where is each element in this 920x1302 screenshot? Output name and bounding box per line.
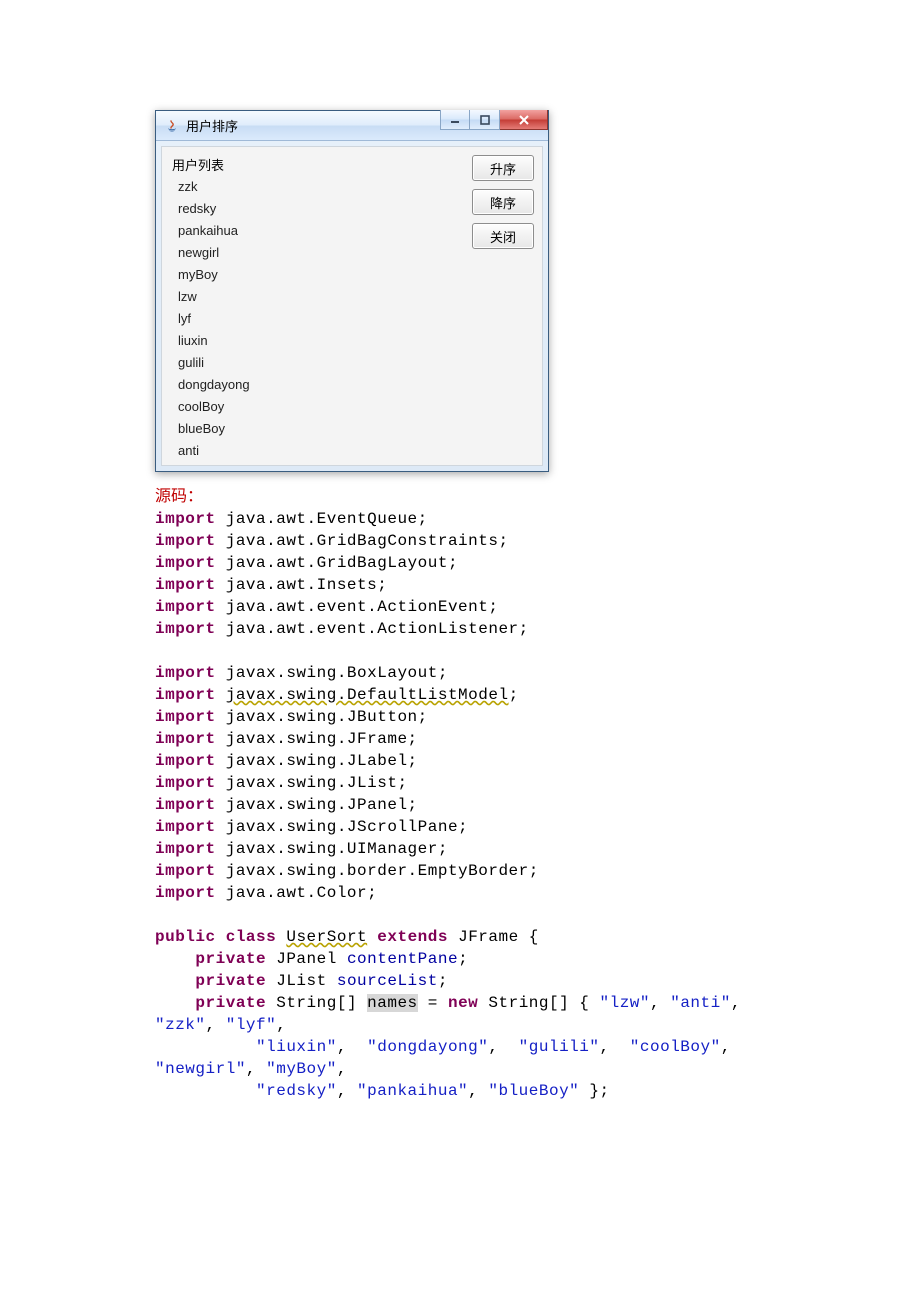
minimize-button[interactable] bbox=[440, 110, 470, 130]
close-button[interactable]: 关闭 bbox=[472, 223, 534, 249]
list-item[interactable]: anti bbox=[170, 440, 462, 462]
button-column: 升序 降序 关闭 bbox=[472, 155, 534, 457]
source-code-heading: 源码： bbox=[155, 482, 765, 506]
source-code: import java.awt.EventQueue; import java.… bbox=[155, 508, 765, 1102]
list-item[interactable]: lyf bbox=[170, 308, 462, 330]
list-item[interactable]: newgirl bbox=[170, 242, 462, 264]
app-window: 用户排序 用户列表 zzkredskypankaihuanewgirlmyBoy… bbox=[155, 110, 549, 472]
list-panel: 用户列表 zzkredskypankaihuanewgirlmyBoylzwly… bbox=[170, 155, 462, 457]
list-item[interactable]: redsky bbox=[170, 198, 462, 220]
window-title: 用户排序 bbox=[186, 116, 440, 135]
maximize-button[interactable] bbox=[470, 110, 500, 130]
window-border-inset: 用户列表 zzkredskypankaihuanewgirlmyBoylzwly… bbox=[156, 141, 548, 471]
sort-desc-button[interactable]: 降序 bbox=[472, 189, 534, 215]
window-controls bbox=[440, 111, 548, 140]
list-item[interactable]: gulili bbox=[170, 352, 462, 374]
list-item[interactable]: blueBoy bbox=[170, 418, 462, 440]
sort-asc-button[interactable]: 升序 bbox=[472, 155, 534, 181]
list-item[interactable]: pankaihua bbox=[170, 220, 462, 242]
maximize-icon bbox=[480, 115, 490, 125]
java-app-icon bbox=[164, 118, 180, 134]
close-icon bbox=[518, 114, 530, 126]
list-label: 用户列表 bbox=[170, 155, 462, 176]
list-item[interactable]: zzk bbox=[170, 176, 462, 198]
list-item[interactable]: lzw bbox=[170, 286, 462, 308]
minimize-icon bbox=[450, 115, 460, 125]
user-jlist[interactable]: zzkredskypankaihuanewgirlmyBoylzwlyfliux… bbox=[170, 176, 462, 462]
list-item[interactable]: liuxin bbox=[170, 330, 462, 352]
close-window-button[interactable] bbox=[500, 110, 548, 130]
window-titlebar[interactable]: 用户排序 bbox=[156, 111, 548, 141]
list-item[interactable]: dongdayong bbox=[170, 374, 462, 396]
content-pane: 用户列表 zzkredskypankaihuanewgirlmyBoylzwly… bbox=[161, 146, 543, 466]
list-item[interactable]: coolBoy bbox=[170, 396, 462, 418]
list-item[interactable]: myBoy bbox=[170, 264, 462, 286]
